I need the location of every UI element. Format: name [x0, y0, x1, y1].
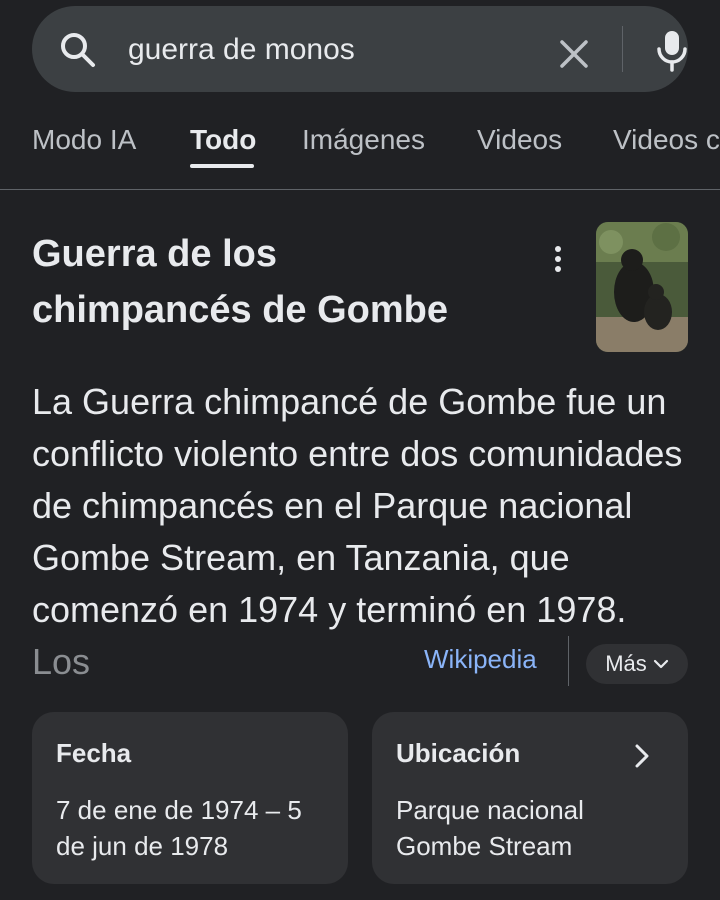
more-vert-icon[interactable]	[546, 244, 570, 274]
active-tab-indicator	[190, 164, 254, 168]
panel-description: La Guerra chimpancé de Gombe fue un conf…	[32, 376, 692, 688]
description-fade: Los	[32, 641, 91, 682]
more-button[interactable]: Más	[586, 644, 688, 684]
tab-todo[interactable]: Todo	[190, 124, 256, 156]
location-value: Parque nacional Gombe Stream	[396, 795, 584, 861]
search-divider	[622, 26, 623, 72]
chevron-right-icon	[630, 740, 654, 772]
location-label: Ubicación	[396, 738, 521, 768]
chimpanzee-thumbnail[interactable]	[596, 222, 688, 352]
tab-imagenes[interactable]: Imágenes	[302, 124, 425, 156]
more-button-label: Más	[605, 651, 647, 676]
description-text: La Guerra chimpancé de Gombe fue un conf…	[32, 381, 683, 630]
tab-videos[interactable]: Videos	[477, 124, 562, 156]
search-icon[interactable]	[58, 30, 98, 70]
chevron-down-icon	[653, 659, 668, 669]
search-bar[interactable]: guerra de monos	[32, 6, 688, 92]
search-input[interactable]: guerra de monos	[128, 33, 355, 67]
date-value: 7 de ene de 1974 – 5 de jun de 1978	[56, 795, 302, 861]
close-icon[interactable]	[554, 34, 594, 74]
wikipedia-link[interactable]: Wikipedia	[424, 644, 537, 675]
source-divider	[568, 636, 569, 686]
panel-title: Guerra de los chimpancés de Gombe	[32, 233, 449, 331]
tab-videos-cortos[interactable]: Videos c	[613, 124, 720, 156]
date-card: Fecha 7 de ene de 1974 – 5 de jun de 197…	[32, 712, 348, 884]
mic-icon[interactable]	[652, 28, 692, 74]
location-card[interactable]: Ubicación Parque nacional Gombe Stream	[372, 712, 688, 884]
tab-modo-ia[interactable]: Modo IA	[32, 124, 136, 156]
search-tabs: Modo IA Todo Imágenes Videos Videos c	[0, 118, 720, 190]
date-label: Fecha	[56, 738, 132, 768]
